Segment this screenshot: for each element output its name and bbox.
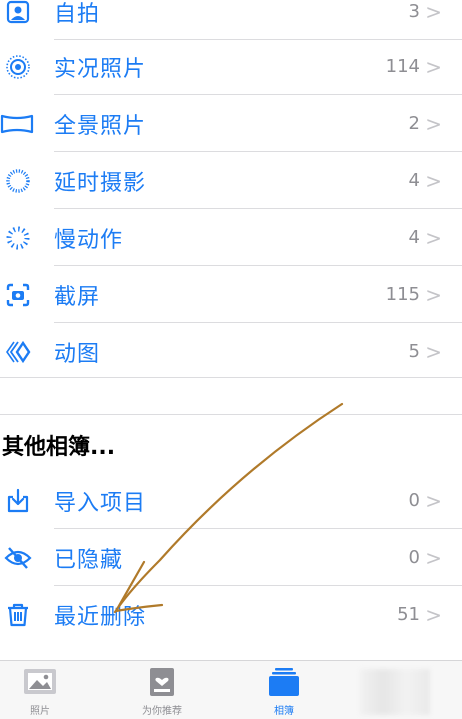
chevron-right-icon: > — [425, 111, 442, 136]
album-label: 实况照片 — [54, 56, 147, 82]
album-label: 最近删除 — [54, 604, 147, 630]
slow-motion-icon — [4, 224, 32, 252]
chevron-right-icon: > — [425, 339, 442, 364]
album-count: 4 — [408, 227, 420, 248]
album-label: 自拍 — [54, 1, 101, 27]
chevron-right-icon: > — [425, 602, 442, 627]
chevron-right-icon: > — [425, 488, 442, 513]
albums-tab-icon — [269, 668, 299, 696]
album-count: 2 — [408, 113, 420, 134]
album-count: 51 — [397, 604, 420, 625]
live-photo-icon — [4, 53, 32, 81]
hidden-eye-icon — [4, 544, 32, 572]
album-label: 导入项目 — [54, 490, 147, 516]
tab-label: 相簿 — [274, 706, 294, 717]
photos-tab-icon — [24, 669, 56, 694]
album-label: 已隐藏 — [54, 547, 124, 573]
chevron-right-icon: > — [425, 168, 442, 193]
tab-bar: 照片 为你推荐 相簿 — [0, 660, 462, 719]
selfie-icon — [4, 0, 32, 26]
album-count: 0 — [408, 490, 420, 511]
tab-photos[interactable]: 照片 — [0, 667, 80, 717]
album-row-imports[interactable]: 导入项目 0 > — [0, 472, 462, 529]
tab-label: 为你推荐 — [142, 706, 182, 717]
album-label: 全景照片 — [54, 113, 147, 139]
chevron-right-icon: > — [425, 282, 442, 307]
album-row-hidden[interactable]: 已隐藏 0 > — [0, 529, 462, 586]
screenshot-icon — [4, 281, 32, 309]
album-count: 0 — [408, 547, 420, 568]
blurred-region — [360, 669, 430, 715]
chevron-right-icon: > — [425, 545, 442, 570]
album-label: 慢动作 — [54, 227, 124, 253]
chevron-right-icon: > — [425, 0, 442, 24]
section-divider — [0, 377, 462, 378]
album-label: 延时摄影 — [54, 170, 147, 196]
tab-for-you[interactable]: 为你推荐 — [122, 667, 202, 717]
album-row-time-lapse[interactable]: 延时摄影 4 > — [0, 152, 462, 209]
album-label: 动图 — [54, 341, 101, 367]
time-lapse-icon — [4, 167, 32, 195]
album-count: 4 — [408, 170, 420, 191]
album-row-slow-motion[interactable]: 慢动作 4 > — [0, 209, 462, 266]
album-row-selfies[interactable]: 自拍 3 > — [0, 0, 462, 40]
album-count: 5 — [408, 341, 420, 362]
album-count: 114 — [385, 56, 420, 77]
tab-albums[interactable]: 相簿 — [244, 667, 324, 717]
album-count: 3 — [408, 1, 420, 22]
section-divider — [0, 414, 462, 415]
import-icon — [4, 487, 32, 515]
for-you-tab-icon — [150, 668, 174, 696]
album-row-screenshots[interactable]: 截屏 115 > — [0, 266, 462, 323]
album-count: 115 — [385, 284, 420, 305]
trash-icon — [4, 601, 32, 629]
album-row-recently-deleted[interactable]: 最近删除 51 > — [0, 586, 462, 643]
chevron-right-icon: > — [425, 225, 442, 250]
album-row-live-photos[interactable]: 实况照片 114 > — [0, 38, 462, 95]
other-albums-title: 其他相簿... — [2, 435, 116, 460]
panorama-icon — [0, 110, 34, 138]
chevron-right-icon: > — [425, 54, 442, 79]
tab-label: 照片 — [30, 706, 50, 717]
album-label: 截屏 — [54, 284, 101, 310]
album-row-animated[interactable]: 动图 5 > — [0, 323, 462, 380]
album-row-panoramas[interactable]: 全景照片 2 > — [0, 95, 462, 152]
animated-icon — [4, 338, 32, 366]
